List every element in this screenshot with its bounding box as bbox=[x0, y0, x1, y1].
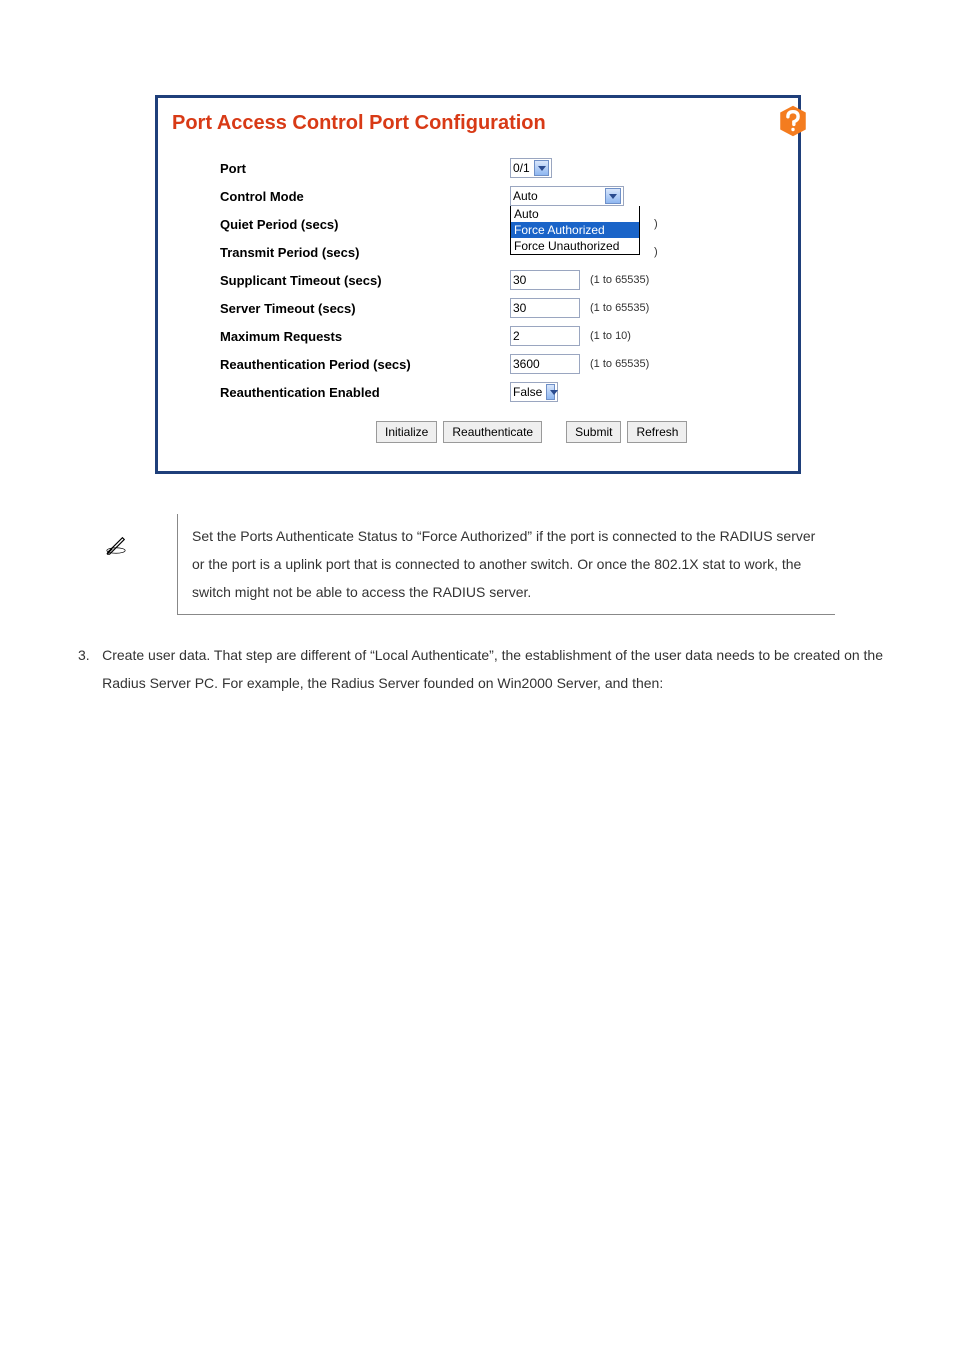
config-panel: Port Access Control Port Configuration P… bbox=[155, 95, 801, 474]
control-mode-label: Control Mode bbox=[220, 189, 510, 204]
supplicant-hint: (1 to 65535) bbox=[590, 274, 649, 286]
note-block: Set the Ports Authenticate Status to “Fo… bbox=[105, 514, 835, 615]
help-icon[interactable] bbox=[776, 104, 810, 138]
server-timeout-input[interactable] bbox=[510, 298, 580, 318]
reauth-enabled-select[interactable]: False bbox=[510, 382, 558, 402]
transmit-hint-tail: ) bbox=[654, 246, 658, 258]
reauth-enabled-label: Reauthentication Enabled bbox=[220, 385, 510, 400]
form: Port 0/1 Control Mode Auto bbox=[220, 157, 784, 443]
note-text: Set the Ports Authenticate Status to “Fo… bbox=[177, 514, 835, 615]
supplicant-label: Supplicant Timeout (secs) bbox=[220, 273, 510, 288]
submit-button[interactable]: Submit bbox=[566, 421, 621, 443]
initialize-button[interactable]: Initialize bbox=[376, 421, 437, 443]
list-text: Create user data. That step are differen… bbox=[102, 641, 914, 697]
quiet-label: Quiet Period (secs) bbox=[220, 217, 510, 232]
panel-title: Port Access Control Port Configuration bbox=[172, 112, 784, 135]
maxreq-input[interactable] bbox=[510, 326, 580, 346]
reauthenticate-button[interactable]: Reauthenticate bbox=[443, 421, 542, 443]
port-label: Port bbox=[220, 161, 510, 176]
reauth-period-hint: (1 to 65535) bbox=[590, 358, 649, 370]
control-mode-option-force-unauthorized[interactable]: Force Unauthorized bbox=[511, 238, 639, 254]
chevron-down-icon bbox=[605, 188, 621, 204]
button-row: Initialize Reauthenticate Submit Refresh bbox=[376, 421, 784, 443]
control-mode-value: Auto bbox=[513, 187, 538, 205]
list-number: 3. bbox=[78, 641, 102, 697]
quiet-hint-tail: ) bbox=[654, 218, 658, 230]
refresh-button[interactable]: Refresh bbox=[627, 421, 687, 443]
body-paragraph: 3. Create user data. That step are diffe… bbox=[78, 641, 914, 697]
control-mode-select[interactable]: Auto bbox=[510, 186, 624, 206]
maxreq-label: Maximum Requests bbox=[220, 329, 510, 344]
port-select[interactable]: 0/1 bbox=[510, 158, 552, 178]
control-mode-option-auto[interactable]: Auto bbox=[511, 206, 639, 222]
transmit-label: Transmit Period (secs) bbox=[220, 245, 510, 260]
chevron-down-icon bbox=[546, 384, 555, 400]
maxreq-hint: (1 to 10) bbox=[590, 330, 631, 342]
supplicant-input[interactable] bbox=[510, 270, 580, 290]
server-timeout-hint: (1 to 65535) bbox=[590, 302, 649, 314]
reauth-period-label: Reauthentication Period (secs) bbox=[220, 357, 510, 372]
server-timeout-label: Server Timeout (secs) bbox=[220, 301, 510, 316]
chevron-down-icon bbox=[534, 160, 549, 176]
reauth-period-input[interactable] bbox=[510, 354, 580, 374]
pencil-note-icon bbox=[105, 534, 127, 556]
reauth-enabled-value: False bbox=[513, 383, 542, 401]
control-mode-dropdown: Auto Force Authorized Force Unauthorized bbox=[510, 206, 640, 255]
control-mode-option-force-authorized[interactable]: Force Authorized bbox=[511, 222, 639, 238]
port-select-value: 0/1 bbox=[513, 159, 530, 177]
